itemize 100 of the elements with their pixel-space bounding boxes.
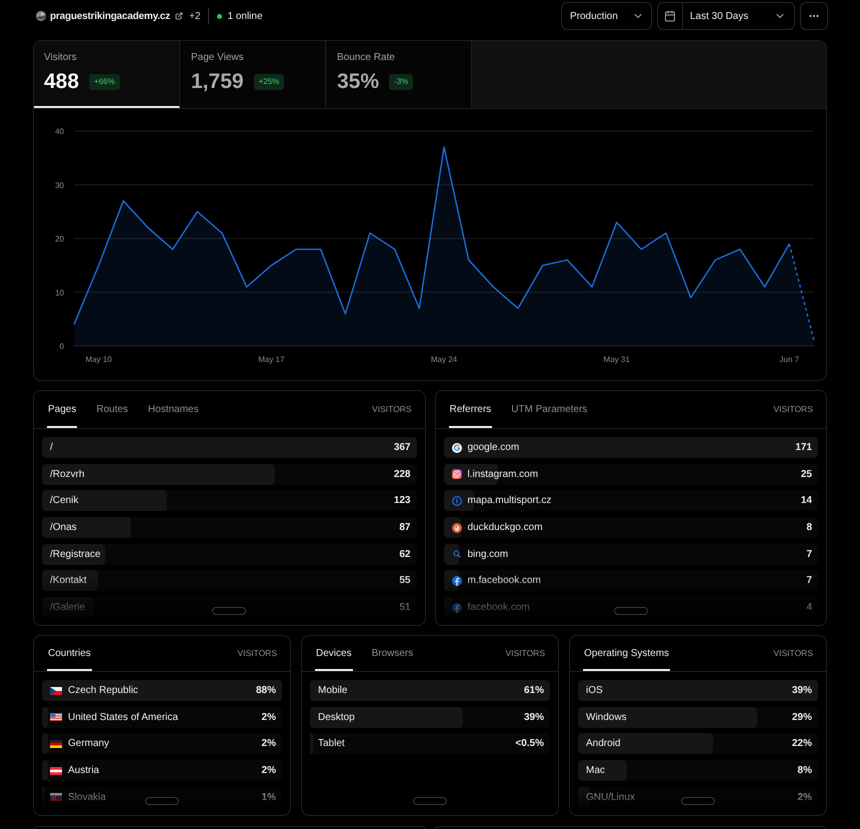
row-value: 7 [806,574,812,588]
row-value: 4 [806,601,812,616]
column-header: VISITORS [773,403,813,416]
row-label: Germany [68,737,110,752]
panel-tab[interactable]: UTM Parameters [510,391,588,428]
flag-icon [50,766,62,775]
y-tick-label: 30 [55,180,64,190]
y-tick-label: 20 [55,234,64,244]
y-tick-label: 40 [55,127,64,136]
metric-value: 488 [44,70,80,94]
row-label: GNU/Linux [586,790,635,805]
calendar-button[interactable] [657,2,683,30]
row-label: Austria [68,764,100,778]
x-tick-label: May 10 [86,355,112,364]
online-count: 1 online [227,10,263,24]
site-link[interactable]: praguestrikingacademy.cz [50,8,170,24]
row-value: 25 [800,468,812,482]
row-value: 29% [792,710,812,725]
f-logo-icon [452,602,462,613]
row-value: 22% [792,737,812,752]
panel-tab[interactable]: Operating Systems [583,636,670,671]
row-value: 2% [262,737,276,752]
row-label: Mobile [318,684,348,698]
row-value: 39% [792,684,812,698]
row-label: duckduckgo.com [468,521,543,536]
metric-tab[interactable]: Bounce Rate 35% -3% [326,41,472,108]
flag-icon [50,713,62,722]
y-tick-label: 0 [60,342,64,351]
row-value: 2% [798,790,812,805]
row-label: /Cenik [50,494,78,508]
row-value: 39% [524,710,544,725]
panel-tab[interactable]: Devices [315,636,353,671]
panel-tab[interactable]: Routes [95,391,130,428]
column-header: VISITORS [505,647,545,660]
row-value: 123 [394,494,410,508]
row-label: United States of America [68,710,178,725]
metric-tab[interactable]: Visitors 488 +66% [34,41,180,108]
row-label: m.facebook.com [468,574,541,588]
environment-dropdown[interactable]: Production [561,2,652,30]
row-value: 7 [806,548,812,562]
row-value: 8 [806,521,812,536]
row-label: Tablet [318,737,345,752]
scroll-indicator [212,607,246,615]
scroll-indicator [413,797,447,805]
g-logo-icon [452,442,462,452]
metric-label: Bounce Rate [337,52,395,64]
calendar-icon [664,10,676,22]
row-value: 228 [394,468,410,482]
scroll-indicator [614,607,648,615]
row-value: 367 [394,441,410,455]
column-header: VISITORS [773,647,813,660]
metric-value: 1,759 [191,70,244,94]
row-label: Slovakia [68,790,106,805]
x-tick-label: May 31 [604,355,630,364]
change-badge: +66% [89,74,120,90]
column-header: VISITORS [237,647,277,660]
row-value: 2% [262,710,276,725]
row-label: Mac [586,764,605,778]
flag-icon [50,793,62,802]
site-logo-icon [36,11,46,21]
metric-label: Page Views [191,52,244,64]
change-badge: +25% [254,74,284,90]
row-label: facebook.com [468,601,530,616]
external-link-icon[interactable] [175,12,184,20]
metric-tab[interactable]: Page Views 1,759 +25% [180,41,326,108]
row-value: 87 [399,521,410,536]
flag-icon [50,740,62,748]
panel-tab[interactable]: Countries [47,636,92,671]
column-header: VISITORS [372,403,412,416]
panel-tab[interactable]: Hostnames [147,391,200,428]
status-dot-icon [217,14,222,18]
metric-label: Visitors [44,52,77,64]
scroll-indicator [681,797,715,805]
row-label: Android [586,737,620,752]
row-value: 51 [399,601,410,616]
row-value: 1% [262,790,276,805]
row-label: iOS [586,684,603,698]
row-label: /Rozvrh [50,468,84,482]
row-value: 2% [262,764,276,778]
row-label: /Kontakt [50,574,87,588]
row-value: 8% [798,764,812,778]
f-logo-icon [452,576,462,586]
date-range-dropdown[interactable]: Last 30 Days [683,2,795,30]
flag-icon [50,686,62,694]
row-label: google.com [468,441,520,455]
panel-tab[interactable]: Pages [47,391,78,428]
metric-value: 35% [337,70,380,94]
row-label: l.instagram.com [468,468,538,482]
row-label: bing.com [468,548,508,562]
panel-tab[interactable]: Referrers [448,391,492,428]
row-value: 55 [399,574,410,588]
row-value: 88% [256,684,276,698]
scroll-indicator [145,797,179,805]
row-value: 61% [524,684,544,698]
x-tick-label: Jun 7 [780,355,800,364]
extra-sites-count[interactable]: +2 [189,8,200,24]
row-label: Desktop [318,710,355,725]
y-tick-label: 10 [55,288,64,298]
change-badge: -3% [389,74,414,90]
panel-tab[interactable]: Browsers [370,636,414,671]
